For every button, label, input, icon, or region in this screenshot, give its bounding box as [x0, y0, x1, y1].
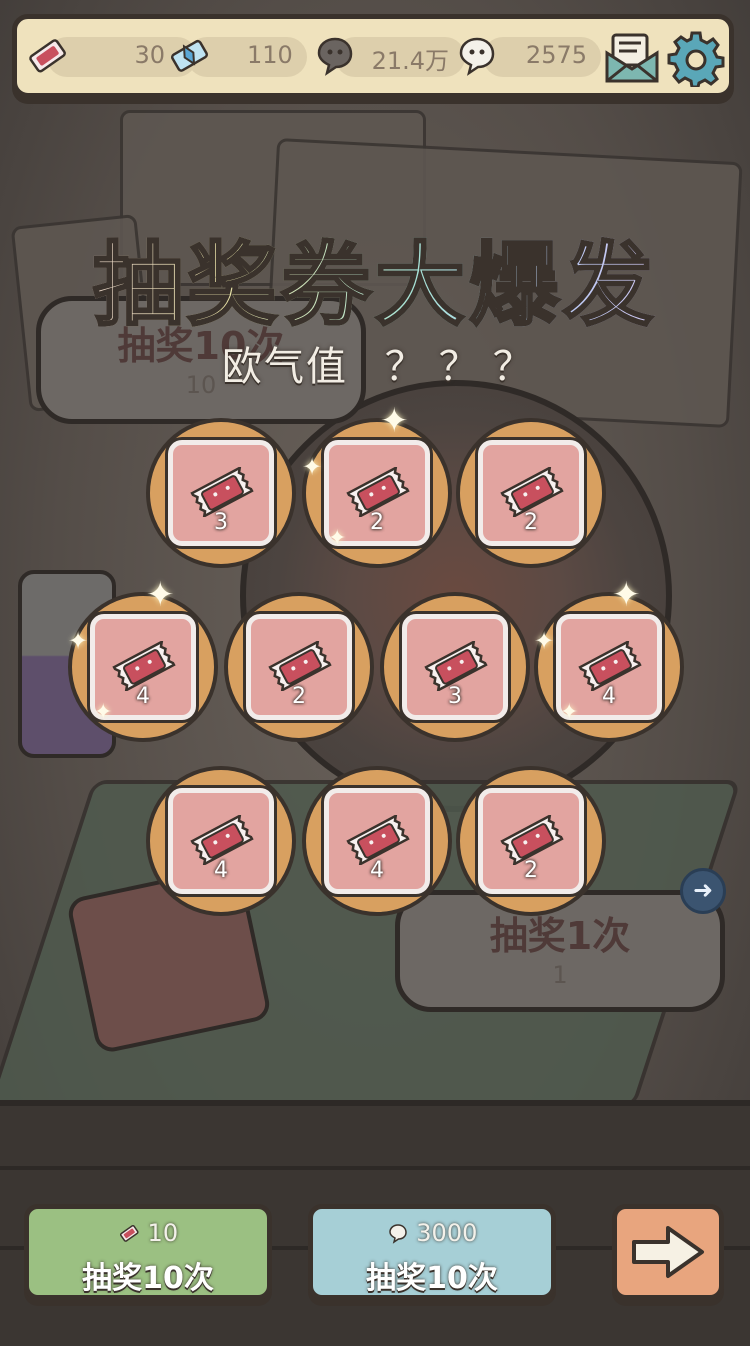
- reward-tile: 4: [324, 788, 430, 894]
- sparkle-icon: ✦: [146, 575, 175, 615]
- reward-card: 4: [146, 766, 296, 916]
- sparkle-icon: ✦: [68, 627, 89, 655]
- ticket-draw10-cost-value: 10: [147, 1219, 179, 1247]
- soul-draw10-button[interactable]: 3000 抽奖10次: [308, 1204, 556, 1300]
- sparkle-icon: ✦: [612, 575, 641, 615]
- ticket-draw10-cost: 10: [29, 1219, 267, 1247]
- sparkle-icon: ✦: [328, 526, 347, 551]
- reward-tile: 4: [168, 788, 274, 894]
- reward-count: 3: [214, 510, 228, 535]
- reward-count: 3: [448, 684, 462, 709]
- light-soul-icon: [388, 1224, 407, 1244]
- reward-card: 2: [456, 418, 606, 568]
- reward-count: 2: [524, 510, 538, 535]
- reward-tile: 3: [402, 614, 508, 720]
- reward-card: 2 ✦ ✦ ✦: [302, 404, 452, 568]
- tickets-count: 30: [134, 41, 165, 69]
- draw1-panel-label: 抽奖1次: [489, 914, 631, 958]
- reward-count: 2: [292, 684, 306, 709]
- ticket-icon: [119, 1224, 139, 1242]
- dark-souls-count: 21.4万: [371, 47, 449, 75]
- sparkle-icon: ✦: [94, 700, 113, 725]
- ticket-draw10-button[interactable]: 10 抽奖10次: [24, 1204, 272, 1300]
- luck-value: ？？？: [384, 344, 547, 390]
- sparkle-icon: ✦: [302, 453, 323, 481]
- mail-icon[interactable]: [603, 29, 661, 87]
- dark-soul-icon: [317, 37, 353, 76]
- soul-draw10-cost: 3000: [313, 1219, 551, 1247]
- resource-bar: 30 110 21.4万 2575: [12, 14, 734, 98]
- gear-icon[interactable]: [667, 29, 725, 87]
- soul-draw10-label: 抽奖10次: [366, 1261, 498, 1296]
- reward-count: 4: [214, 858, 228, 883]
- reward-card: 2: [224, 592, 374, 742]
- arrow-right-icon: ➜: [680, 868, 726, 914]
- reward-card: 4 ✦ ✦ ✦: [534, 578, 684, 742]
- reward-count: 2: [524, 858, 538, 883]
- reward-tile: 2: [478, 440, 584, 546]
- reward-card: 2: [456, 766, 606, 916]
- luck-label: 欧气值: [222, 344, 348, 390]
- soul-draw10-cost-value: 3000: [416, 1219, 478, 1247]
- reward-tile: 3: [168, 440, 274, 546]
- reward-card: 3: [146, 418, 296, 568]
- draw1-panel-cost: 1: [552, 961, 568, 989]
- ticket-draw10-label: 抽奖10次: [82, 1261, 214, 1296]
- sparkle-icon: ✦: [560, 700, 579, 725]
- reward-card: 4 ✦ ✦ ✦: [68, 578, 218, 742]
- sparkle-icon: ✦: [380, 401, 409, 441]
- luck-display: 欧气值 ？？？: [222, 334, 547, 392]
- sparkle-icon: ✦: [534, 627, 555, 655]
- reward-card: 4: [302, 766, 452, 916]
- arrow-right-icon: [632, 1226, 704, 1278]
- reward-tile: 2: [478, 788, 584, 894]
- light-soul-icon: [459, 37, 495, 76]
- gems-count: 110: [247, 41, 293, 69]
- reward-tile: 2: [246, 614, 352, 720]
- reward-count: 4: [370, 858, 384, 883]
- event-title: 抽奖券大爆发: [0, 212, 750, 342]
- next-button[interactable]: [612, 1204, 724, 1300]
- light-souls-count: 2575: [525, 41, 587, 69]
- gem-icon: [170, 39, 209, 72]
- ticket-icon: [29, 39, 66, 73]
- reward-card: 3: [380, 592, 530, 742]
